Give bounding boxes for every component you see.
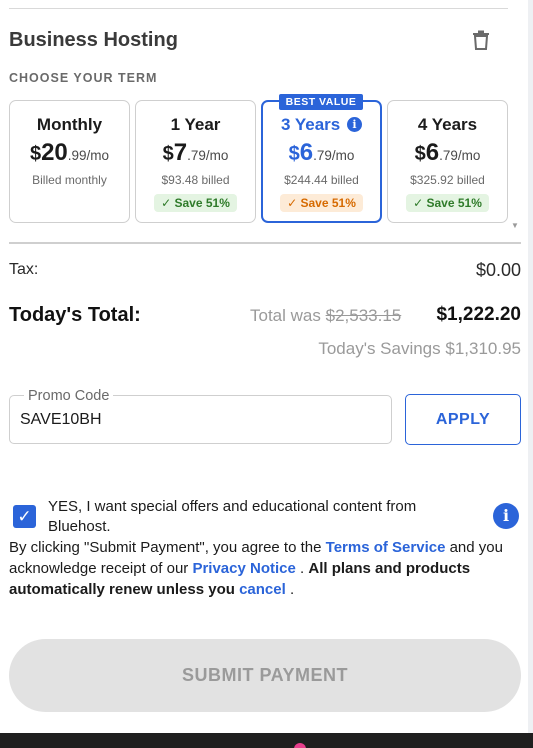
optin-checkbox[interactable]: ✓ (13, 505, 36, 528)
best-value-badge: BEST VALUE (279, 94, 363, 110)
save-badge: ✓ Save 51% (280, 194, 363, 212)
trash-icon[interactable] (472, 30, 490, 50)
submit-payment-button[interactable]: SUBMIT PAYMENT (9, 639, 521, 712)
checkmark-icon: ✓ (287, 196, 301, 210)
legal-part-3: . (295, 560, 309, 577)
term-card-1-year[interactable]: 1 Year $7.79/mo $93.48 billed ✓ Save 51% (135, 100, 256, 223)
chat-bubble-icon[interactable] (294, 743, 306, 748)
scroll-gutter (528, 0, 533, 733)
price-cents: .99/mo (67, 148, 110, 163)
price-currency: $ (162, 143, 174, 165)
term-price: $7.79/mo (136, 140, 255, 169)
term-name-row: 3 Years i (263, 115, 380, 135)
total-was-prefix: Total was (250, 306, 321, 325)
price-currency: $ (288, 143, 300, 165)
term-name: 3 Years (281, 115, 341, 134)
optin-label: YES, I want special offers and education… (48, 498, 417, 535)
bottom-bar (0, 733, 533, 748)
save-badge: ✓ Save 51% (406, 194, 489, 212)
term-card-4-years[interactable]: 4 Years $6.79/mo $325.92 billed ✓ Save 5… (387, 100, 508, 223)
terms-of-service-link[interactable]: Terms of Service (326, 539, 446, 556)
apply-button[interactable]: APPLY (405, 394, 521, 445)
total-label: Today's Total: (9, 304, 141, 326)
term-price: $6.79/mo (263, 140, 380, 169)
term-card-3-years[interactable]: 3 Years i $6.79/mo $244.44 billed ✓ Save… (261, 100, 382, 223)
product-title: Business Hosting (9, 29, 178, 51)
savings-text: Today's Savings $1,310.95 (318, 339, 521, 358)
scroll-down-caret-icon[interactable]: ▼ (511, 221, 519, 230)
price-whole: 7 (173, 139, 188, 166)
term-card-monthly[interactable]: Monthly $20.99/mo Billed monthly (9, 100, 130, 223)
tax-label: Tax: (9, 261, 39, 278)
price-cents: .79/mo (313, 148, 355, 163)
save-text: Save 51% (300, 196, 356, 210)
term-billed: $244.44 billed (284, 173, 359, 187)
checkmark-icon: ✓ (161, 196, 175, 210)
price-whole: 6 (299, 139, 314, 166)
term-price: $6.79/mo (388, 140, 507, 169)
price-currency: $ (29, 143, 42, 165)
price-whole: 6 (425, 139, 440, 166)
legal-text: By clicking "Submit Payment", you agree … (9, 537, 519, 600)
privacy-notice-link[interactable]: Privacy Notice (192, 560, 295, 577)
cancel-link[interactable]: cancel (239, 581, 286, 598)
price-currency: $ (414, 143, 426, 165)
summary-divider (9, 242, 521, 244)
legal-part-4: . (285, 581, 295, 598)
price-cents: .79/mo (187, 148, 229, 163)
save-badge: ✓ Save 51% (154, 194, 237, 212)
checkmark-icon: ✓ (17, 507, 32, 526)
save-text: Save 51% (426, 196, 482, 210)
total-was: Total was $2,533.15 (250, 306, 401, 326)
price-cents: .79/mo (439, 148, 481, 163)
legal-part-1: By clicking "Submit Payment", you agree … (9, 539, 326, 556)
save-text: Save 51% (174, 196, 230, 210)
term-section-label: CHOOSE YOUR TERM (9, 71, 158, 85)
term-name: 4 Years (417, 115, 478, 134)
term-billed: Billed monthly (32, 173, 107, 187)
price-whole: 20 (41, 139, 68, 166)
term-billed: $325.92 billed (410, 173, 485, 187)
checkmark-icon: ✓ (413, 196, 427, 210)
info-icon[interactable]: i (493, 503, 519, 529)
term-name: Monthly (36, 115, 103, 134)
info-icon[interactable]: i (347, 117, 362, 132)
term-price: $20.99/mo (10, 140, 129, 169)
tax-value: $0.00 (475, 260, 521, 280)
term-billed: $93.48 billed (161, 173, 230, 187)
term-name: 1 Year (170, 115, 221, 134)
total-value: $1,222.20 (436, 304, 521, 325)
promo-label: Promo Code (24, 388, 114, 404)
promo-input[interactable] (20, 411, 380, 429)
total-was-value: $2,533.15 (325, 306, 402, 325)
top-divider (9, 8, 508, 9)
